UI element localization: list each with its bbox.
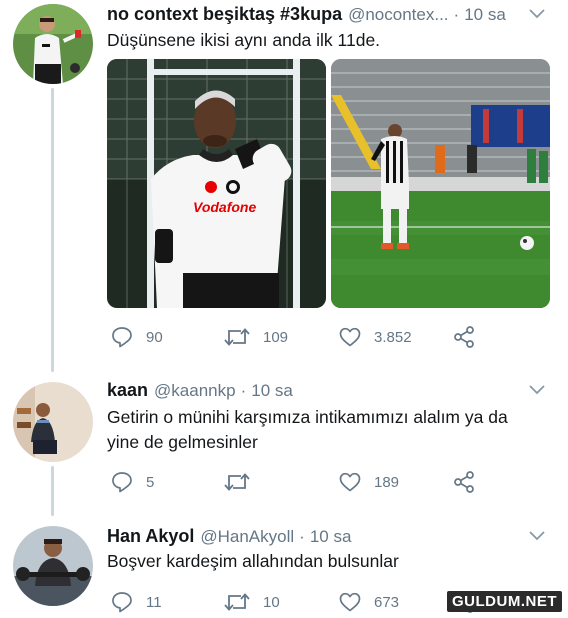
heart-icon [339,327,361,347]
tweet-header: Han Akyol @HanAkyoll · 10 sa [107,526,548,550]
photo-player-on-pitch[interactable] [331,59,550,308]
reply-icon [112,327,132,348]
display-name[interactable]: Han Akyol [107,526,194,547]
separator: · [453,5,460,24]
reply-button[interactable]: 11 [110,588,162,616]
timestamp[interactable]: 10 sa [251,381,293,401]
handle[interactable]: @HanAkyoll [200,527,294,547]
retweet-icon [224,593,250,611]
tweet-actions: 90 109 3.852 [107,323,548,351]
reply-count: 11 [146,593,162,611]
tweet-header: no context beşiktaş #3kupa @nocontex... … [107,4,548,28]
photo-image: Vodafone [107,59,326,308]
retweet-button[interactable]: 10 [223,588,280,616]
tweet-actions: 5 189 [107,468,548,496]
avatar[interactable] [13,526,93,606]
share-icon [454,471,474,493]
chevron-down-icon[interactable] [528,384,546,396]
like-button[interactable]: 3.852 [338,323,412,351]
share-button[interactable] [452,468,476,496]
reply-count: 90 [146,328,163,346]
avatar[interactable] [13,4,93,84]
retweet-count: 10 [263,593,280,611]
reply-icon [112,592,132,613]
sponsor-text: Vodafone [193,199,256,215]
like-button[interactable]: 189 [338,468,399,496]
like-button[interactable]: 673 [338,588,399,616]
reply-button[interactable]: 90 [110,323,163,351]
avatar-image [13,4,93,84]
tweet-header: kaan @kaannkp · 10 sa [107,380,548,404]
avatar-image [13,526,93,606]
like-count: 189 [374,473,400,491]
media-grid: Vodafone [107,59,550,308]
separator: · [299,527,305,546]
retweet-count: 109 [263,328,289,346]
photo-player-celebrating[interactable]: Vodafone [107,59,326,308]
reply-button[interactable]: 5 [110,468,154,496]
tweet-text: Getirin o münihi karşımıza intikamımızı … [107,407,508,452]
tweet[interactable]: kaan @kaannkp · 10 sa Getirin o münihi k… [0,370,568,510]
display-name[interactable]: no context beşiktaş #3kupa [107,4,342,25]
heart-icon [339,472,361,492]
share-button[interactable] [452,323,476,351]
handle[interactable]: @kaannkp [154,381,236,401]
heart-icon [339,592,361,612]
chevron-down-icon[interactable] [528,8,546,20]
retweet-icon [224,328,250,346]
display-name[interactable]: kaan [107,380,148,401]
like-count: 3.852 [374,328,412,346]
reply-icon [112,472,132,493]
like-count: 673 [374,593,400,611]
retweet-button[interactable]: 109 [223,323,288,351]
retweet-icon [224,473,250,491]
chevron-down-icon[interactable] [528,530,546,542]
avatar-image [13,382,93,462]
retweet-button[interactable] [223,468,263,496]
share-icon [454,326,474,348]
separator: · [240,381,247,400]
tweet-text: Düşünsene ikisi aynı anda ilk 11de. [107,30,381,50]
avatar[interactable] [13,382,93,462]
watermark: GULDUM.NET [447,591,562,612]
tweet-text: Boşver kardeşim allahından bulsunlar [107,551,399,571]
photo-image [331,59,550,308]
timestamp[interactable]: 10 sa [464,5,506,25]
reply-count: 5 [146,473,155,491]
tweet[interactable]: no context beşiktaş #3kupa @nocontex... … [0,0,568,370]
timestamp[interactable]: 10 sa [310,527,352,547]
handle[interactable]: @nocontex... [348,5,448,25]
